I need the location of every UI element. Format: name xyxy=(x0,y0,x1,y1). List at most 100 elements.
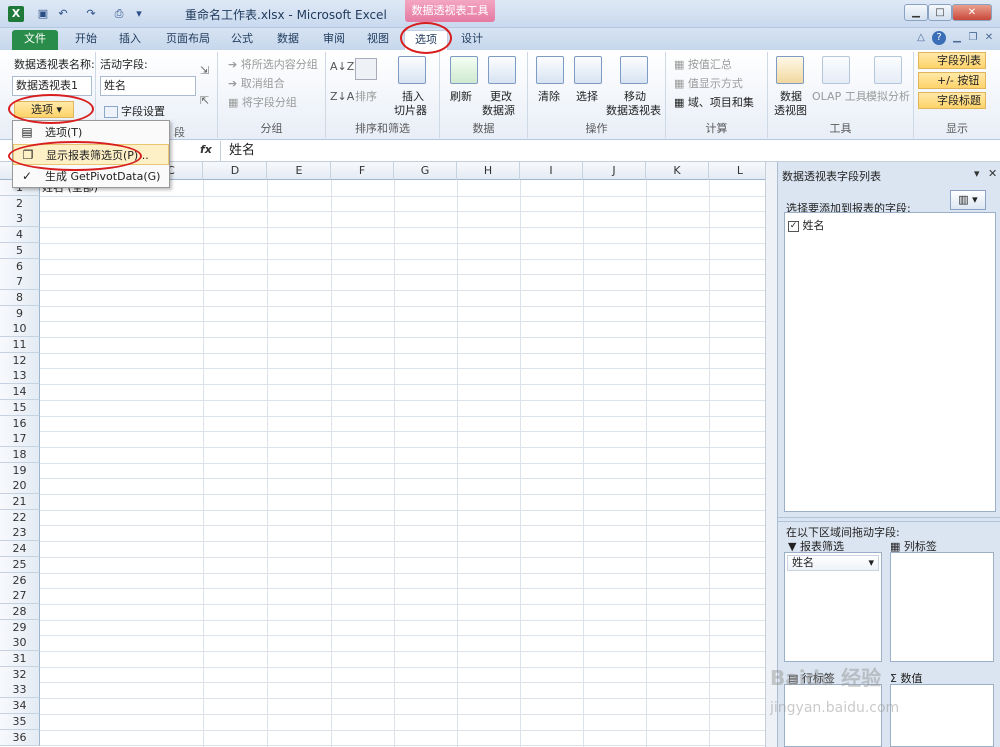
row-header[interactable]: 8 xyxy=(0,289,40,306)
what-if-icon[interactable] xyxy=(874,56,902,84)
sort-icon[interactable] xyxy=(355,58,377,80)
values-area[interactable] xyxy=(890,684,994,747)
collapse-ribbon-icon[interactable]: △ xyxy=(914,31,928,45)
row-header[interactable]: 16 xyxy=(0,415,40,432)
row-header[interactable]: 7 xyxy=(0,274,40,291)
tab-file[interactable]: 文件 xyxy=(12,30,58,50)
worksheet-grid[interactable]: CDEFGHIJKL 12345678910111213141516171819… xyxy=(0,162,765,747)
active-field-input[interactable]: 姓名 xyxy=(100,76,196,96)
pivot-name-input[interactable]: 数据透视表1 xyxy=(12,76,92,96)
row-header[interactable]: 24 xyxy=(0,541,40,558)
column-header[interactable]: I xyxy=(520,162,583,180)
field-checkbox[interactable]: ✓ xyxy=(788,220,799,232)
row-header[interactable]: 11 xyxy=(0,337,40,353)
row-header[interactable]: 33 xyxy=(0,682,40,699)
select-icon[interactable] xyxy=(574,56,602,84)
collapse-field-icon[interactable]: ⇱ xyxy=(200,94,209,107)
row-header[interactable]: 12 xyxy=(0,352,40,369)
row-header[interactable]: 9 xyxy=(0,305,40,322)
tab-page-layout[interactable]: 页面布局 xyxy=(158,30,218,50)
row-header[interactable]: 4 xyxy=(0,227,40,244)
group-selection-button[interactable]: ➔ 将所选内容分组 xyxy=(228,56,318,72)
sort-desc-icon[interactable]: Z↓A xyxy=(330,90,354,103)
customize-quick-access-icon[interactable]: ▾ xyxy=(132,7,146,21)
row-header[interactable]: 18 xyxy=(0,446,40,463)
save-icon[interactable]: ▣ xyxy=(36,7,50,21)
row-header[interactable]: 5 xyxy=(0,242,40,259)
pivot-chart-icon[interactable] xyxy=(776,56,804,84)
filter-field-chip[interactable]: 姓名 ▾ xyxy=(787,555,879,571)
report-filter-area[interactable]: 姓名 ▾ xyxy=(784,552,882,662)
fields-items-sets-button[interactable]: ▦ 域、项目和集 xyxy=(674,94,754,110)
column-header[interactable]: D xyxy=(204,162,267,180)
row-header[interactable]: 13 xyxy=(0,368,40,385)
row-header[interactable]: 21 xyxy=(0,494,40,510)
column-header[interactable]: J xyxy=(583,162,646,180)
close-button[interactable]: ✕ xyxy=(952,4,992,21)
row-header[interactable]: 19 xyxy=(0,462,40,479)
row-header[interactable]: 36 xyxy=(0,729,40,746)
menu-item-options[interactable]: ▤ 选项(T) xyxy=(13,122,169,143)
tab-review[interactable]: 审阅 xyxy=(316,30,352,50)
row-header[interactable]: 3 xyxy=(0,211,40,228)
maximize-button[interactable]: □ xyxy=(928,4,952,21)
row-header[interactable]: 29 xyxy=(0,619,40,636)
field-item-name[interactable]: ✓ 姓名 xyxy=(788,217,825,233)
row-header[interactable]: 27 xyxy=(0,588,40,605)
row-header[interactable]: 15 xyxy=(0,399,40,416)
excel-app-icon[interactable]: X xyxy=(8,6,24,22)
tab-home[interactable]: 开始 xyxy=(66,30,106,50)
show-values-as-button[interactable]: ▦ 值显示方式 xyxy=(674,75,743,91)
change-source-label-2[interactable]: 数据源 xyxy=(482,102,515,118)
tab-formulas[interactable]: 公式 xyxy=(224,30,260,50)
panel-close-icon[interactable]: ✕ xyxy=(988,167,997,180)
row-header[interactable]: 2 xyxy=(0,195,40,212)
change-source-icon[interactable] xyxy=(488,56,516,84)
plus-minus-buttons-toggle[interactable]: +/- 按钮 xyxy=(918,72,986,89)
row-header[interactable]: 28 xyxy=(0,603,40,620)
insert-slicer-icon[interactable] xyxy=(398,56,426,84)
row-header[interactable]: 26 xyxy=(0,572,40,589)
redo-icon[interactable]: ↷ xyxy=(84,7,98,21)
fx-icon[interactable]: fx xyxy=(200,143,212,156)
column-header[interactable]: K xyxy=(646,162,709,180)
olap-tools-button[interactable]: OLAP 工具 xyxy=(812,88,867,104)
refresh-button[interactable]: 刷新 xyxy=(450,88,472,104)
formula-input[interactable]: 姓名 xyxy=(220,141,990,161)
move-pivot-label-2[interactable]: 数据透视表 xyxy=(606,102,661,118)
tab-insert[interactable]: 插入 xyxy=(110,30,150,50)
restore-doc-icon[interactable]: ❐ xyxy=(966,31,980,45)
vertical-scrollbar[interactable] xyxy=(765,162,777,747)
row-header[interactable]: 25 xyxy=(0,556,40,573)
minimize-button[interactable]: ▁ xyxy=(904,4,928,21)
sort-button[interactable]: 排序 xyxy=(355,88,377,104)
row-header[interactable]: 22 xyxy=(0,509,40,526)
print-preview-icon[interactable]: ⎙ xyxy=(112,7,126,21)
row-header[interactable]: 23 xyxy=(0,525,40,542)
row-header[interactable]: 34 xyxy=(0,698,40,715)
row-header[interactable]: 14 xyxy=(0,384,40,401)
refresh-icon[interactable] xyxy=(450,56,478,84)
what-if-button[interactable]: 模拟分析 xyxy=(866,88,910,104)
column-header[interactable]: G xyxy=(394,162,457,180)
min-doc-icon[interactable]: ▁ xyxy=(950,31,964,45)
column-header[interactable]: L xyxy=(709,162,765,180)
row-header[interactable]: 31 xyxy=(0,651,40,667)
column-labels-area[interactable] xyxy=(890,552,994,662)
summarize-values-button[interactable]: ▦ 按值汇总 xyxy=(674,56,732,72)
select-button[interactable]: 选择 xyxy=(576,88,598,104)
tab-data[interactable]: 数据 xyxy=(268,30,308,50)
tab-design[interactable]: 设计 xyxy=(452,30,492,50)
pivot-chart-label-2[interactable]: 透视图 xyxy=(774,102,807,118)
row-header[interactable]: 30 xyxy=(0,635,40,652)
layout-chooser-icon[interactable]: ▥ ▾ xyxy=(950,190,986,210)
field-settings-button[interactable]: 字段设置 xyxy=(104,103,165,119)
sort-asc-icon[interactable]: A↓Z xyxy=(330,60,354,73)
row-header[interactable]: 17 xyxy=(0,431,40,448)
row-header[interactable]: 6 xyxy=(0,258,40,275)
tab-view[interactable]: 视图 xyxy=(360,30,396,50)
undo-icon[interactable]: ↶ xyxy=(56,7,70,21)
row-header[interactable]: 32 xyxy=(0,666,40,683)
row-header[interactable]: 35 xyxy=(0,713,40,730)
group-field-button[interactable]: ▦ 将字段分组 xyxy=(228,94,297,110)
